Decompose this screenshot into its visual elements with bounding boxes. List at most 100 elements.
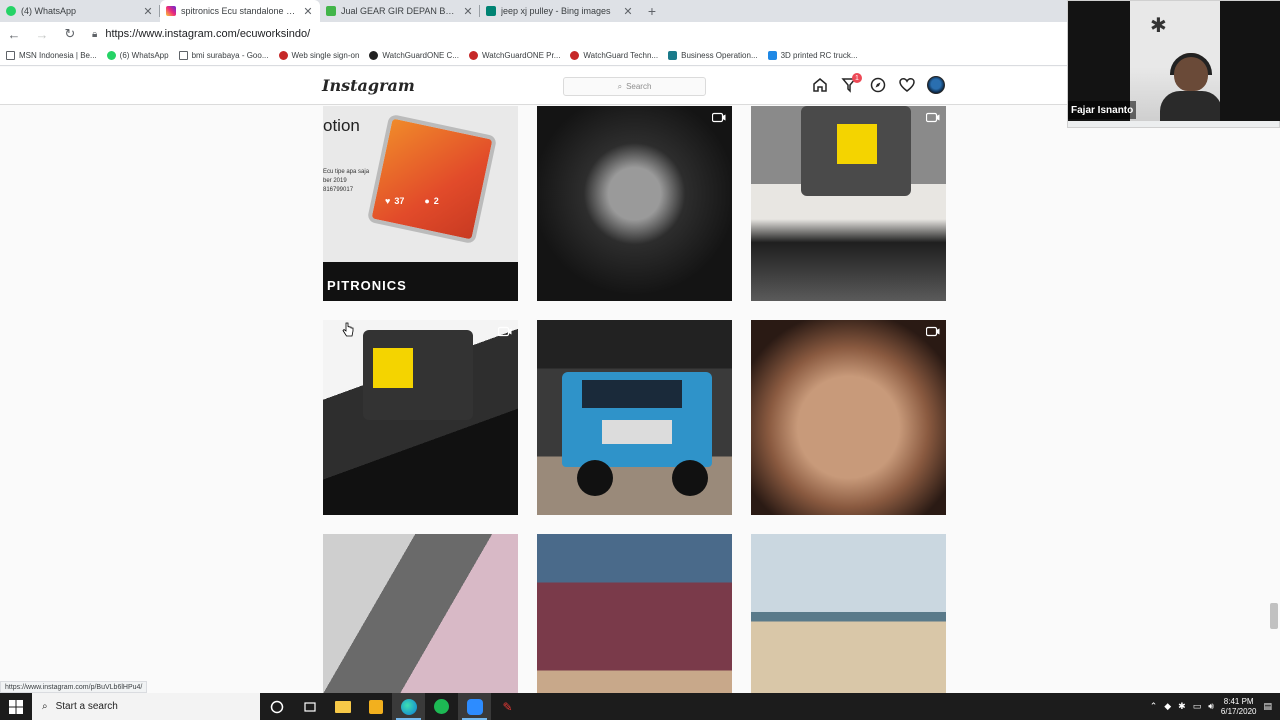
bookmark-item[interactable]: WatchGuard Techn... — [570, 51, 658, 60]
tab-bing[interactable]: jeep xj pulley - Bing images ✕ — [480, 0, 640, 22]
bookmark-label: Business Operation... — [681, 51, 758, 60]
store-icon — [368, 699, 383, 714]
bookmark-label: WatchGuard Techn... — [583, 51, 659, 60]
close-icon[interactable]: ✕ — [142, 5, 154, 18]
notification-icon[interactable]: ▤ — [1263, 701, 1272, 712]
watchguard-icon — [469, 51, 479, 60]
folder-icon — [334, 700, 351, 713]
instagram-icon — [166, 6, 176, 16]
scrollbar-thumb[interactable] — [1270, 603, 1278, 629]
post-tile[interactable] — [323, 534, 518, 693]
headset-icon — [1170, 53, 1212, 75]
zoom-button[interactable] — [458, 693, 491, 720]
tab-label: jeep xj pulley - Bing images — [501, 6, 611, 16]
close-icon[interactable]: ✕ — [622, 5, 634, 18]
settings-icon[interactable]: ✱ — [1178, 701, 1186, 712]
post-tile[interactable] — [751, 320, 946, 515]
spotify-icon — [434, 699, 449, 714]
post-tile[interactable] — [537, 106, 732, 301]
bookmark-item[interactable]: WatchGuardONE C... — [369, 51, 459, 60]
like-count: 37 — [394, 196, 405, 206]
direct-message-icon[interactable]: 1 — [840, 73, 862, 94]
dropbox-icon[interactable]: ◆ — [1164, 701, 1171, 712]
video-icon — [926, 112, 940, 123]
url-text[interactable]: https://www.instagram.com/ecuworksindo/ — [105, 28, 310, 40]
webcam-name: Fajar Isnanto — [1068, 101, 1137, 119]
heart-icon: ♥ — [385, 196, 391, 206]
watchguard-icon — [369, 51, 379, 60]
profile-avatar[interactable] — [927, 76, 945, 94]
store-button[interactable] — [359, 693, 392, 720]
system-tray: ⌃ ◆ ✱ ▭ 🔊︎ 8:41 PM 6/17/2020 ▤ — [1150, 693, 1280, 720]
tab-instagram[interactable]: spitronics Ecu standalone (@ecu ✕ — [160, 0, 320, 22]
url-field[interactable]: 🔒︎ https://www.instagram.com/ecuworksind… — [92, 28, 310, 40]
bookmark-item[interactable]: bmi surabaya - Goo... — [178, 51, 269, 60]
forward-button[interactable]: → — [28, 22, 56, 46]
whatsapp-icon — [6, 6, 16, 16]
start-button[interactable] — [0, 693, 32, 720]
bookmark-item[interactable]: WatchGuardONE Pr... — [469, 51, 560, 60]
bookmark-item[interactable]: (6) WhatsApp — [106, 51, 169, 60]
post-text: otion — [323, 116, 360, 135]
status-bar-url: https://www.instagram.com/p/BuVLb6lHPu4/ — [0, 681, 148, 693]
taskbar-search[interactable]: ⌕ Start a search — [32, 693, 260, 720]
video-icon — [926, 326, 940, 337]
bookmark-item[interactable]: Web single sign-on — [278, 51, 360, 60]
close-icon[interactable]: ✕ — [302, 5, 314, 18]
clock-date: 6/17/2020 — [1220, 706, 1257, 716]
search-placeholder: Search — [626, 82, 652, 91]
cortana-icon — [270, 700, 283, 713]
dynamics-icon — [668, 51, 678, 60]
post-tile[interactable] — [323, 320, 518, 515]
pen-icon: ✎ — [502, 699, 513, 714]
post-brand: PITRONICS — [327, 278, 407, 293]
sso-icon — [278, 51, 288, 60]
whatsapp-icon — [106, 51, 116, 60]
post-tile[interactable]: otion Ecu tipe apa saja ber 2019 8167990… — [323, 106, 518, 301]
search-input[interactable]: ⌕ Search — [563, 77, 706, 96]
home-icon[interactable] — [811, 76, 829, 94]
chevron-up-icon[interactable]: ⌃ — [1150, 701, 1158, 712]
comment-icon: ● — [424, 196, 430, 206]
bookmark-label: Web single sign-on — [291, 51, 360, 60]
post-tile[interactable] — [537, 320, 732, 515]
post-tile[interactable] — [751, 534, 946, 693]
tab-label: spitronics Ecu standalone (@ecu — [181, 6, 297, 16]
file-explorer-button[interactable] — [326, 693, 359, 720]
nav-icons: 1 — [811, 73, 945, 94]
clock[interactable]: 8:41 PM 6/17/2020 — [1221, 697, 1257, 717]
bookmark-label: WatchGuardONE C... — [382, 51, 460, 60]
bookmark-item[interactable]: MSN Indonesia | Be... — [6, 51, 97, 60]
app-button[interactable]: ✎ — [491, 693, 524, 720]
shop-icon — [326, 6, 336, 16]
caution-label — [837, 124, 877, 164]
back-button[interactable]: ← — [0, 22, 28, 46]
close-icon[interactable]: ✕ — [462, 5, 474, 18]
ecu-board — [366, 113, 498, 245]
spotify-button[interactable] — [425, 693, 458, 720]
bookmark-item[interactable]: Business Operation... — [668, 51, 758, 60]
tab-label: Jual GEAR GIR DEPAN BELAKAN — [341, 6, 457, 16]
post-tile[interactable] — [537, 534, 732, 693]
notification-badge: 1 — [852, 73, 862, 83]
edge-button[interactable] — [392, 693, 425, 720]
printer-head — [801, 106, 911, 196]
tab-tokopedia[interactable]: Jual GEAR GIR DEPAN BELAKAN ✕ — [320, 0, 480, 22]
task-view-button[interactable] — [293, 693, 326, 720]
volume-icon[interactable]: 🔊︎ — [1208, 701, 1214, 712]
wheel — [672, 460, 708, 496]
webcam-overlay: ✱ Fajar Isnanto — [1067, 0, 1280, 128]
network-icon[interactable]: ▭ — [1193, 701, 1202, 712]
instagram-logo[interactable]: Instagram — [322, 76, 415, 95]
heart-icon[interactable] — [898, 76, 916, 94]
tab-whatsapp[interactable]: (4) WhatsApp ✕ — [0, 0, 160, 22]
bookmark-label: bmi surabaya - Goo... — [191, 51, 269, 60]
explore-icon[interactable] — [869, 76, 887, 94]
post-tile[interactable] — [751, 106, 946, 301]
new-tab-button[interactable]: + — [640, 0, 664, 22]
clock-time: 8:41 PM — [1223, 696, 1254, 706]
cortana-button[interactable] — [260, 693, 293, 720]
bookmark-item[interactable]: 3D printed RC truck... — [767, 51, 858, 60]
edge-icon — [400, 698, 417, 715]
reload-button[interactable]: ↻ — [56, 22, 84, 46]
